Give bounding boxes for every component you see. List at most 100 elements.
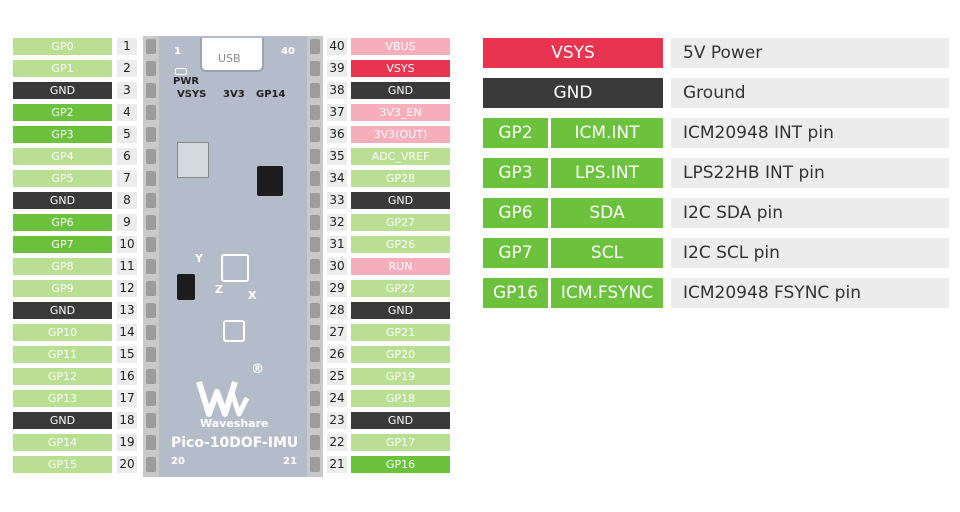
legend-function: LPS.INT xyxy=(551,158,663,188)
header-pad xyxy=(310,369,320,384)
imu-chip xyxy=(221,254,249,282)
pin-number: 27 xyxy=(327,324,347,341)
pin-label: GP11 xyxy=(13,346,112,363)
header-pad xyxy=(310,127,320,142)
legend-description: Ground xyxy=(671,78,949,108)
pin-label: ADC_VREF xyxy=(351,148,450,165)
pin-label: GP4 xyxy=(13,148,112,165)
legend-gpio: GP2 xyxy=(483,118,548,148)
header-pad xyxy=(146,171,156,186)
header-pad xyxy=(146,413,156,428)
pin-label: GP7 xyxy=(13,236,112,253)
legend-gpio: GP16 xyxy=(483,278,548,308)
pin-number: 1 xyxy=(117,38,137,55)
header-pad xyxy=(310,171,320,186)
pin-number: 40 xyxy=(327,38,347,55)
pin-label: 3V3(OUT) xyxy=(351,126,450,143)
pin-number: 30 xyxy=(327,258,347,275)
pin-number: 9 xyxy=(117,214,137,231)
header-pad xyxy=(146,281,156,296)
header-pad xyxy=(310,193,320,208)
pin-number: 2 xyxy=(117,60,137,77)
pin1-marker: 1 xyxy=(174,46,181,57)
header-pad xyxy=(146,259,156,274)
pin-label: 3V3_EN xyxy=(351,104,450,121)
legend-gpio: VSYS xyxy=(483,38,663,68)
pin20-marker: 20 xyxy=(171,456,185,467)
pin-label: GND xyxy=(13,412,112,429)
legend-gpio: GP6 xyxy=(483,198,548,228)
usb-label: USB xyxy=(218,52,241,65)
legend-description: LPS22HB INT pin xyxy=(671,158,949,188)
qfn-chip xyxy=(223,320,245,342)
header-pad xyxy=(310,61,320,76)
pin-label: GP16 xyxy=(351,456,450,473)
pin-label: GP3 xyxy=(13,126,112,143)
legend-gpio: GP3 xyxy=(483,158,548,188)
pin-number: 39 xyxy=(327,60,347,77)
pin-number: 13 xyxy=(117,302,137,319)
pin-label: VSYS xyxy=(351,60,450,77)
header-pad xyxy=(146,127,156,142)
pin-number: 11 xyxy=(117,258,137,275)
header-pad xyxy=(146,237,156,252)
barometer-chip xyxy=(177,142,209,178)
header-pad xyxy=(146,347,156,362)
header-pad xyxy=(310,83,320,98)
pin-number: 20 xyxy=(117,456,137,473)
header-pad xyxy=(146,39,156,54)
pin-number: 32 xyxy=(327,214,347,231)
pin-number: 25 xyxy=(327,368,347,385)
header-pad xyxy=(310,413,320,428)
legend-function: ICM.INT xyxy=(551,118,663,148)
pin-number: 12 xyxy=(117,280,137,297)
header-pad xyxy=(310,215,320,230)
pin-number: 35 xyxy=(327,148,347,165)
pin-number: 36 xyxy=(327,126,347,143)
waveshare-logo-icon xyxy=(196,381,250,417)
header-pad xyxy=(146,369,156,384)
gp14-label: GP14 xyxy=(256,89,286,100)
pin-label: GND xyxy=(13,302,112,319)
pico-10dof-imu-board: USB 1 40 PWR VSYS 3V3 GP14 Y Z X ® Waves… xyxy=(143,36,323,477)
pin-label: GND xyxy=(13,192,112,209)
legend-function: SCL xyxy=(551,238,663,268)
registered-mark: ® xyxy=(251,362,264,377)
legend-description: ICM20948 INT pin xyxy=(671,118,949,148)
pin-number: 21 xyxy=(327,456,347,473)
pin-number: 22 xyxy=(327,434,347,451)
pin-number: 26 xyxy=(327,346,347,363)
pin-label: GP27 xyxy=(351,214,450,231)
regulator-chip xyxy=(257,166,283,196)
pin-number: 37 xyxy=(327,104,347,121)
header-pad xyxy=(146,391,156,406)
header-pad xyxy=(146,193,156,208)
pin-label: GND xyxy=(13,82,112,99)
header-pad xyxy=(146,215,156,230)
header-pad xyxy=(146,83,156,98)
3v3-label: 3V3 xyxy=(223,89,245,100)
pin-label: GP18 xyxy=(351,390,450,407)
sensor-chip-small xyxy=(177,274,195,300)
vsys-label: VSYS xyxy=(177,89,207,100)
legend-function: ICM.FSYNC xyxy=(551,278,663,308)
right-header xyxy=(307,36,323,477)
pin-label: GND xyxy=(351,412,450,429)
pin-number: 28 xyxy=(327,302,347,319)
pin-label: VBUS xyxy=(351,38,450,55)
legend-description: 5V Power xyxy=(671,38,949,68)
pin-number: 5 xyxy=(117,126,137,143)
pin-number: 16 xyxy=(117,368,137,385)
header-pad xyxy=(146,435,156,450)
pwr-led xyxy=(175,68,187,75)
header-pad xyxy=(146,61,156,76)
usb-connector: USB xyxy=(200,38,264,72)
header-pad xyxy=(146,105,156,120)
pin-label: GND xyxy=(351,192,450,209)
pin-number: 38 xyxy=(327,82,347,99)
pin-label: GP1 xyxy=(13,60,112,77)
pin-number: 24 xyxy=(327,390,347,407)
header-pad xyxy=(310,39,320,54)
pin-number: 10 xyxy=(117,236,137,253)
pin-number: 18 xyxy=(117,412,137,429)
